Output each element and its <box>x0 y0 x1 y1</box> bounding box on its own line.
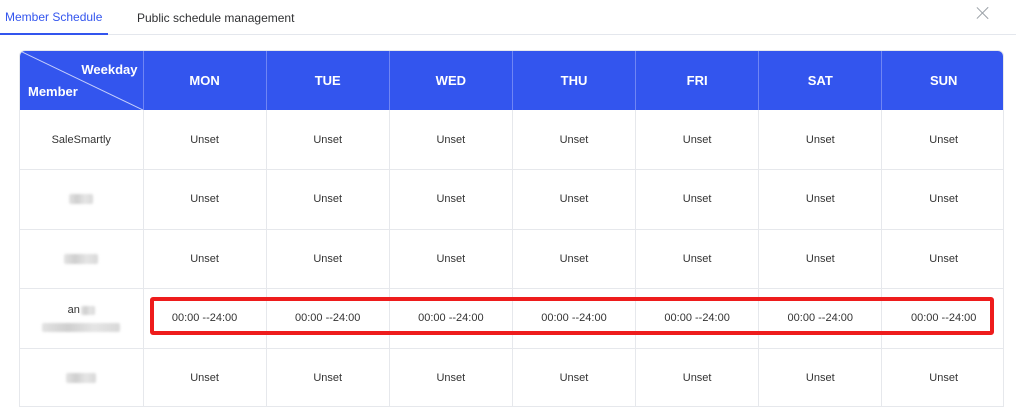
redacted-name-blur <box>64 253 99 264</box>
redacted-email-blur <box>42 323 121 333</box>
schedule-cell[interactable]: Unset <box>143 110 267 170</box>
schedule-cell[interactable]: Unset <box>389 348 513 406</box>
member-axis-label: Member <box>28 84 78 99</box>
schedule-cell[interactable]: 00:00 --24:00 <box>635 288 760 349</box>
schedule-dialog: Member Schedule Public schedule manageme… <box>0 0 1016 413</box>
schedule-cell[interactable]: Unset <box>143 169 267 230</box>
schedule-cell[interactable]: Unset <box>512 229 637 289</box>
schedule-cell[interactable]: 00:00 --24:00 <box>758 288 883 349</box>
redacted-name-blur <box>80 305 95 315</box>
schedule-cell[interactable]: Unset <box>635 169 760 230</box>
tab-public-schedule-management[interactable]: Public schedule management <box>137 0 294 35</box>
day-header-sat: SAT <box>758 51 883 110</box>
close-icon[interactable] <box>976 6 990 20</box>
header-row: Weekday Member MON TUE WED THU FRI SAT S… <box>20 51 1003 110</box>
schedule-cell[interactable]: Unset <box>635 348 760 406</box>
member-name: SaleSmartly <box>20 110 144 170</box>
day-header-thu: THU <box>512 51 637 110</box>
tab-bar: Member Schedule Public schedule manageme… <box>0 0 1016 35</box>
schedule-cell[interactable]: Unset <box>143 229 267 289</box>
schedule-cell[interactable]: Unset <box>266 169 390 230</box>
schedule-cell[interactable]: 00:00 --24:00 <box>143 288 267 349</box>
day-header-mon: MON <box>143 51 267 110</box>
day-header-fri: FRI <box>635 51 760 110</box>
schedule-cell[interactable]: Unset <box>389 169 513 230</box>
redacted-name-blur <box>69 194 94 205</box>
member-name-prefix: an <box>67 304 80 317</box>
table-row: Unset Unset Unset Unset Unset Unset Unse… <box>20 348 1003 406</box>
schedule-cell[interactable]: Unset <box>881 169 1003 230</box>
schedule-cell[interactable]: 00:00 --24:00 <box>881 288 1003 349</box>
schedule-cell[interactable]: Unset <box>512 110 637 170</box>
weekday-axis-label: Weekday <box>81 62 138 77</box>
diagonal-divider <box>20 51 143 110</box>
schedule-cell[interactable]: Unset <box>512 169 637 230</box>
schedule-cell[interactable]: Unset <box>635 229 760 289</box>
schedule-cell[interactable]: Unset <box>758 169 883 230</box>
day-header-sun: SUN <box>881 51 1003 110</box>
member-name-redacted <box>20 169 144 230</box>
schedule-cell[interactable]: Unset <box>266 110 390 170</box>
schedule-cell[interactable]: Unset <box>635 110 760 170</box>
day-header-tue: TUE <box>266 51 390 110</box>
schedule-cell[interactable]: Unset <box>266 229 390 289</box>
schedule-cell[interactable]: 00:00 --24:00 <box>389 288 513 349</box>
schedule-cell[interactable]: Unset <box>512 348 637 406</box>
schedule-cell[interactable]: Unset <box>881 348 1003 406</box>
table-row: Unset Unset Unset Unset Unset Unset Unse… <box>20 169 1003 230</box>
schedule-cell[interactable]: 00:00 --24:00 <box>512 288 637 349</box>
schedule-cell[interactable]: Unset <box>758 229 883 289</box>
schedule-table: Weekday Member MON TUE WED THU FRI SAT S… <box>19 50 1004 407</box>
schedule-cell[interactable]: Unset <box>389 110 513 170</box>
schedule-cell[interactable]: Unset <box>389 229 513 289</box>
corner-header: Weekday Member <box>20 51 144 110</box>
tab-member-schedule[interactable]: Member Schedule <box>0 0 108 35</box>
day-header-wed: WED <box>389 51 513 110</box>
member-name-redacted <box>20 348 144 406</box>
schedule-cell[interactable]: Unset <box>758 348 883 406</box>
table-row-highlighted: an 00:00 --24:00 00:00 --24:00 00:00 --2… <box>20 288 1003 349</box>
schedule-cell[interactable]: Unset <box>143 348 267 406</box>
member-name-redacted <box>20 229 144 289</box>
schedule-cell[interactable]: Unset <box>266 348 390 406</box>
redacted-name-blur <box>66 372 97 383</box>
schedule-cell[interactable]: 00:00 --24:00 <box>266 288 390 349</box>
table-row: SaleSmartly Unset Unset Unset Unset Unse… <box>20 110 1003 170</box>
schedule-cell[interactable]: Unset <box>881 229 1003 289</box>
table-row: Unset Unset Unset Unset Unset Unset Unse… <box>20 229 1003 289</box>
schedule-cell[interactable]: Unset <box>758 110 883 170</box>
schedule-cell[interactable]: Unset <box>881 110 1003 170</box>
member-name-partial: an <box>20 288 144 349</box>
